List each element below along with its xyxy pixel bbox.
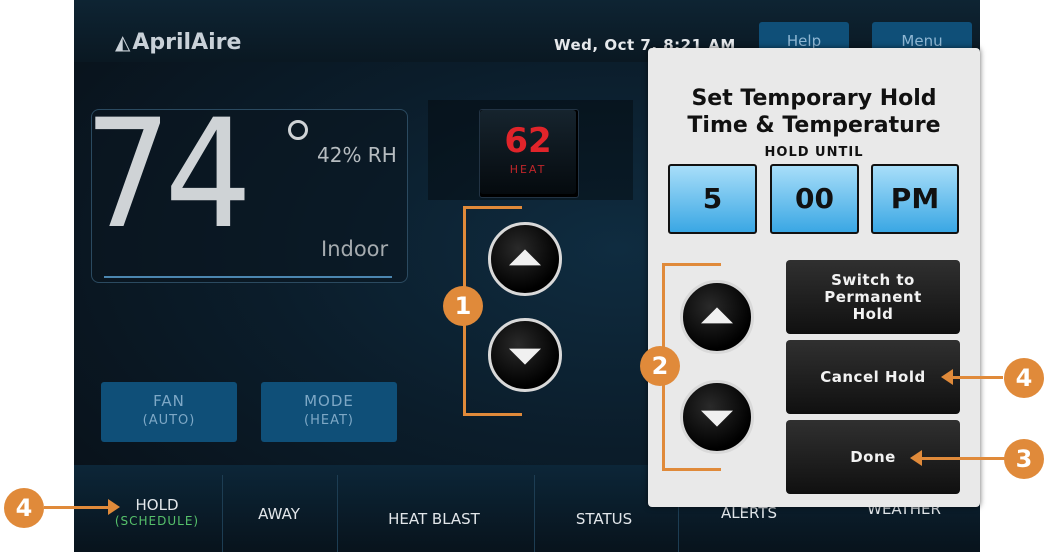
nav-heat-blast[interactable]: HEAT BLAST [364, 510, 504, 528]
nav-hold-status: (SCHEDULE) [114, 514, 200, 528]
switch-permanent-hold-button[interactable]: Switch to Permanent Hold [786, 260, 960, 334]
callout-line [44, 506, 110, 509]
brand-text: AprilAire [132, 30, 242, 55]
hold-until-label: HOLD UNTIL [764, 145, 864, 160]
nav-divider [337, 475, 338, 552]
minute-field[interactable]: 00 [770, 164, 859, 234]
callout-line [920, 457, 1005, 460]
callout-4-left: 4 [4, 488, 44, 528]
callout-1: 1 [443, 286, 483, 326]
indoor-temperature: 74 [84, 88, 252, 262]
fan-button[interactable]: FAN (AUTO) [101, 382, 237, 442]
setpoint-mode: HEAT [509, 163, 547, 176]
fan-label: FAN [153, 392, 185, 410]
nav-divider [222, 475, 223, 552]
cancel-hold-label: Cancel Hold [820, 367, 926, 386]
switch-permanent-hold-label: Switch to Permanent Hold [824, 270, 922, 323]
dialog-title-line2: Time & Temperature [687, 113, 941, 138]
brand-logo: ◭AprilAire [115, 30, 241, 55]
hour-field[interactable]: 5 [668, 164, 757, 234]
indoor-humidity: 42% RH [317, 143, 397, 167]
callout-3: 3 [1004, 439, 1044, 479]
mode-label: MODE [304, 392, 354, 410]
dialog-title-line1: Set Temporary Hold [691, 86, 937, 111]
nav-status[interactable]: STATUS [554, 510, 654, 528]
callout-4-right: 4 [1004, 358, 1044, 398]
temperature-underline [104, 276, 392, 278]
logo-icon: ◭ [115, 30, 131, 54]
indoor-label: Indoor [321, 237, 389, 261]
mode-button[interactable]: MODE (HEAT) [261, 382, 397, 442]
fan-value: (AUTO) [142, 413, 196, 428]
callout-2: 2 [640, 346, 680, 386]
nav-away[interactable]: AWAY [234, 505, 324, 523]
callout-line [951, 376, 1003, 379]
switch-label-line2: Permanent [824, 287, 922, 306]
setpoint-value: 62 [504, 121, 552, 161]
mode-value: (HEAT) [304, 413, 354, 428]
callout-arrowhead [108, 499, 120, 515]
cancel-hold-button[interactable]: Cancel Hold [786, 340, 960, 414]
done-label: Done [850, 447, 896, 466]
nav-divider [534, 475, 535, 552]
degree-icon [288, 120, 308, 140]
switch-label-line1: Switch to [831, 270, 915, 289]
dialog-title: Set Temporary Hold Time & Temperature [648, 85, 980, 139]
ampm-field[interactable]: PM [871, 164, 959, 234]
switch-label-line3: Hold [852, 304, 894, 323]
